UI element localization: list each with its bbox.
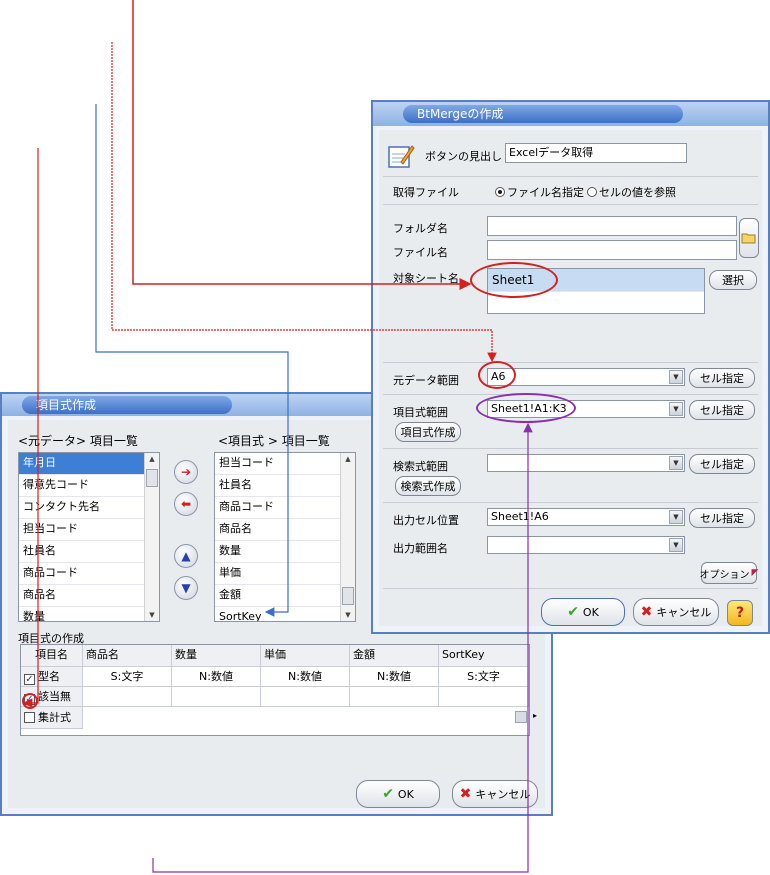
red-connector-nomatch bbox=[22, 148, 39, 708]
annotation-connectors bbox=[22, 0, 533, 873]
red-connector-sheet bbox=[132, 0, 472, 290]
blue-connector-sortkey bbox=[95, 104, 289, 617]
purple-connector-item-formula bbox=[152, 422, 533, 873]
red-connector-source-range bbox=[111, 42, 497, 363]
